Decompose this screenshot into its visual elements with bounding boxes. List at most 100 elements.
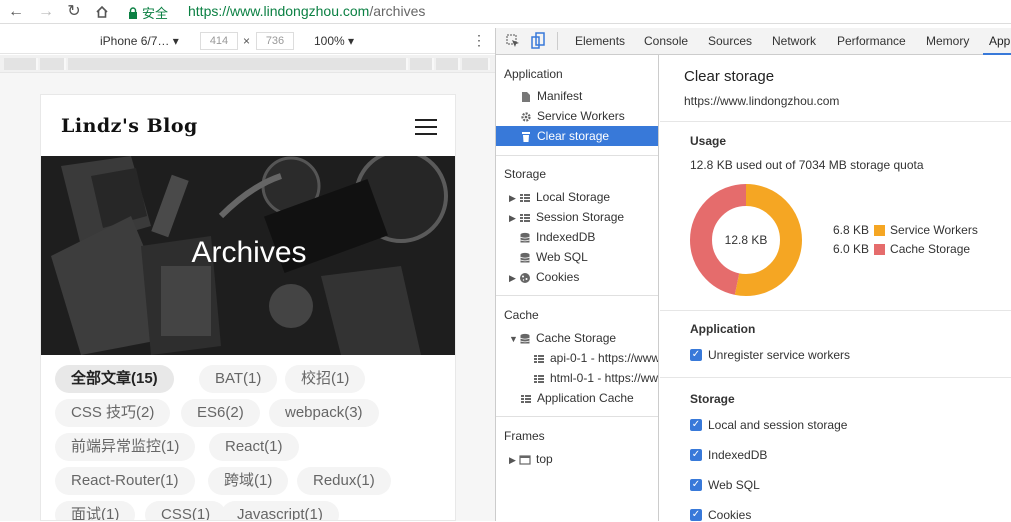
grid-icon xyxy=(534,374,544,383)
expand-arrow-icon[interactable]: ▶ xyxy=(509,208,519,227)
database-icon xyxy=(520,232,530,243)
sidebar-item-application-cache[interactable]: Application Cache xyxy=(496,388,658,408)
back-arrow-icon[interactable]: ← xyxy=(6,2,26,22)
sidebar-item-cache-html[interactable]: html-0-1 - https://www.lindongzhou.com xyxy=(496,368,658,388)
tag-item[interactable]: 跨域(1) xyxy=(208,467,289,495)
tag-item[interactable]: CSS 技巧(2) xyxy=(55,399,171,427)
devtools-tabbar: Elements Console Sources Network Perform… xyxy=(496,28,1011,55)
sidebar-item-label: html-0-1 - https://www.lindongzhou.com xyxy=(550,371,658,385)
secure-indicator[interactable]: 安全 xyxy=(128,3,168,22)
usage-donut-chart: 12.8 KB xyxy=(690,184,802,296)
tag-item[interactable]: Javascript(1) xyxy=(221,501,339,520)
checkmark-icon[interactable]: ✓ xyxy=(690,349,702,361)
sidebar-item-service-workers[interactable]: Service Workers xyxy=(496,106,658,126)
sidebar-item-label: Clear storage xyxy=(537,129,610,143)
checkbox-web-sql[interactable]: ✓ Web SQL xyxy=(690,478,760,492)
address-bar[interactable]: https://www.lindongzhou.com/archives xyxy=(188,3,425,19)
checkbox-label: Web SQL xyxy=(708,478,760,492)
checkbox-label: Cookies xyxy=(708,508,752,522)
sidebar-item-clear-storage[interactable]: Clear storage xyxy=(496,126,658,146)
sidebar-header-application: Application xyxy=(504,67,563,81)
tag-item[interactable]: 校招(1) xyxy=(285,365,366,393)
tab-application[interactable]: App xyxy=(989,34,1010,48)
inspect-element-icon[interactable] xyxy=(506,34,520,48)
checkbox-cookies[interactable]: ✓ Cookies xyxy=(690,508,751,522)
tab-network[interactable]: Network xyxy=(772,34,816,48)
secure-label: 安全 xyxy=(142,6,169,21)
application-sidebar: Application Manifest Service Workers Cle… xyxy=(496,55,659,521)
blog-logo[interactable]: Lindz's Blog xyxy=(61,115,198,137)
sidebar-item-indexeddb[interactable]: IndexedDB xyxy=(496,227,658,247)
forward-arrow-icon[interactable]: → xyxy=(36,2,56,22)
sidebar-item-cookies[interactable]: ▶ Cookies xyxy=(496,267,658,287)
tag-item[interactable]: 面试(1) xyxy=(55,501,136,520)
checkbox-indexeddb[interactable]: ✓ IndexedDB xyxy=(690,448,767,462)
sidebar-item-label: Service Workers xyxy=(537,109,625,123)
trash-icon xyxy=(522,131,530,142)
dropdown-triangle-icon: ▾ xyxy=(348,34,355,48)
tab-elements[interactable]: Elements xyxy=(575,34,625,48)
checkmark-icon[interactable]: ✓ xyxy=(690,479,702,491)
checkbox-local-session-storage[interactable]: ✓ Local and session storage xyxy=(690,418,847,432)
tag-item[interactable]: React-Router(1) xyxy=(55,467,195,495)
reload-icon[interactable]: ↻ xyxy=(64,2,84,22)
legend-size: 6.8 KB xyxy=(833,223,870,237)
sidebar-item-label: Cookies xyxy=(536,270,580,284)
sidebar-item-label: Session Storage xyxy=(536,210,625,224)
tag-item[interactable]: webpack(3) xyxy=(269,399,379,427)
gear-icon xyxy=(521,112,531,122)
checkbox-label: IndexedDB xyxy=(708,448,768,462)
checkmark-icon[interactable]: ✓ xyxy=(690,419,702,431)
expand-arrow-icon[interactable]: ▶ xyxy=(509,188,519,207)
sidebar-item-session-storage[interactable]: ▶ Session Storage xyxy=(496,207,658,227)
tag-item[interactable]: CSS(1) xyxy=(145,501,227,520)
zoom-select[interactable]: 100% ▾ xyxy=(314,34,354,48)
browser-toolbar: ← → ↻ 安全 https://www.lindongzhou.com/arc… xyxy=(0,0,1011,24)
hamburger-menu-icon[interactable] xyxy=(415,119,437,135)
device-toolbar: iPhone 6/7… ▾ 414 × 736 100% ▾ ⋮ xyxy=(0,28,495,54)
expand-arrow-icon[interactable]: ▶ xyxy=(509,268,519,287)
device-select[interactable]: iPhone 6/7… ▾ xyxy=(100,34,179,48)
sidebar-item-local-storage[interactable]: ▶ Local Storage xyxy=(496,187,658,207)
sidebar-item-label: Local Storage xyxy=(536,190,611,204)
legend-label: Service Workers xyxy=(890,223,978,237)
height-input[interactable]: 736 xyxy=(256,32,294,50)
tab-memory[interactable]: Memory xyxy=(926,34,969,48)
tag-item[interactable]: 前端异常监控(1) xyxy=(55,433,196,461)
legend-label: Cache Storage xyxy=(890,242,971,256)
checkbox-unregister-service-workers[interactable]: ✓ Unregister service workers xyxy=(690,348,850,362)
tag-item[interactable]: BAT(1) xyxy=(199,365,278,393)
legend-swatch xyxy=(874,225,886,237)
more-options-icon[interactable]: ⋮ xyxy=(472,32,486,49)
tag-item[interactable]: React(1) xyxy=(209,433,299,461)
tab-performance[interactable]: Performance xyxy=(837,34,906,48)
sidebar-item-cache-storage[interactable]: ▼ Cache Storage xyxy=(496,328,658,348)
tag-item[interactable]: ES6(2) xyxy=(181,399,260,427)
collapse-arrow-icon[interactable]: ▼ xyxy=(509,329,519,348)
device-label: iPhone 6/7… xyxy=(100,34,170,48)
sidebar-header-storage: Storage xyxy=(504,167,547,181)
tab-sources[interactable]: Sources xyxy=(708,34,752,48)
tag-all[interactable]: 全部文章(15) xyxy=(55,365,174,393)
sidebar-item-cache-api[interactable]: api-0-1 - https://www.lindongzhou.com xyxy=(496,348,658,368)
grid-icon xyxy=(520,213,530,222)
sidebar-item-label: IndexedDB xyxy=(536,230,596,244)
sidebar-item-web-sql[interactable]: Web SQL xyxy=(496,247,658,267)
media-query-ruler[interactable] xyxy=(0,55,495,73)
home-icon[interactable] xyxy=(92,2,112,22)
device-toggle-icon[interactable] xyxy=(531,32,545,49)
clear-storage-panel: Clear storage https://www.lindongzhou.co… xyxy=(660,55,1011,522)
sidebar-item-label: Web SQL xyxy=(536,250,588,264)
origin-url: https://www.lindongzhou.com xyxy=(684,94,840,108)
width-input[interactable]: 414 xyxy=(200,32,238,50)
tag-item[interactable]: Redux(1) xyxy=(297,467,391,495)
sidebar-item-manifest[interactable]: Manifest xyxy=(496,86,658,106)
sidebar-item-frame-top[interactable]: ▶ top xyxy=(496,449,658,469)
checkmark-icon[interactable]: ✓ xyxy=(690,509,702,521)
url-path: /archives xyxy=(369,3,426,19)
checkmark-icon[interactable]: ✓ xyxy=(690,449,702,461)
tab-console[interactable]: Console xyxy=(644,34,688,48)
expand-arrow-icon[interactable]: ▶ xyxy=(509,450,519,469)
database-icon xyxy=(520,252,530,263)
devtools-panel: Elements Console Sources Network Perform… xyxy=(495,28,1011,522)
